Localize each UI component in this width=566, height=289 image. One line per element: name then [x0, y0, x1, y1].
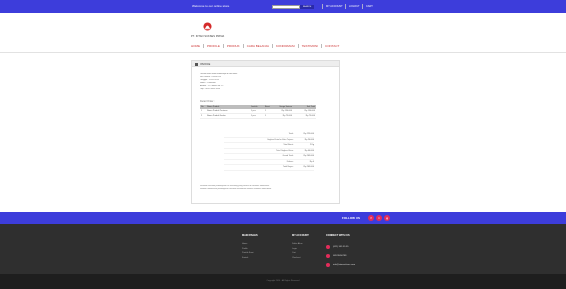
copyright-text: Copyright 2014 - All Rights Reserved — [266, 280, 300, 282]
search-button[interactable]: SEARCH — [300, 5, 314, 9]
contact-phone: (021) 555 55 55 — [326, 242, 355, 251]
cell-price: Rp 150.000 — [281, 110, 292, 112]
nav-testimoni[interactable]: TESTIMONI — [297, 44, 321, 48]
google-plus-icon[interactable]: g — [384, 215, 390, 221]
nav-produk[interactable]: PRODUK — [222, 44, 243, 48]
cell-qty: 1 pcs — [251, 115, 256, 117]
brand-name: PT. INTAN SUKSES PRIMA — [191, 35, 225, 38]
cell-name[interactable]: Nama Produk Pertama — [207, 110, 251, 112]
summary-label: Ongkos Kirim ke Kota Tujuan : — [266, 138, 294, 141]
cell-subtotal: Rp 75.000 — [305, 115, 315, 117]
follow-label: FOLLOW US — [342, 216, 360, 220]
footer-heading: MY ACCOUNT — [292, 234, 309, 237]
cell-weight: 1 — [265, 110, 267, 112]
cell-qty: 1 pcs — [251, 110, 256, 112]
summary-label: Total Bayar : — [282, 166, 294, 169]
nav-home[interactable]: HOME — [191, 44, 203, 48]
footer: MAIN PAGES Home Profile Produk Kami Kont… — [0, 224, 566, 274]
summary-label: Total Ongkos Kirim : — [276, 149, 294, 152]
summary-value: Rp 265.000 — [303, 155, 314, 158]
summary-value: Rp 40.000 — [304, 149, 314, 152]
header-divider — [0, 52, 566, 53]
phone-icon — [326, 244, 330, 249]
summary-value: Rp 0 — [309, 160, 314, 163]
invoice-icon — [195, 62, 198, 66]
twitter-icon[interactable]: t — [376, 215, 382, 221]
cell-subtotal: Rp 150.000 — [304, 110, 315, 112]
nav-konfirmasi[interactable]: KONFIRMASI — [272, 44, 298, 48]
summary-label: Diskon : — [286, 160, 294, 163]
invoice-panel: INVOICE Terima kasih telah berbelanja di… — [191, 60, 340, 204]
nav-contact[interactable]: CONTACT — [321, 44, 342, 48]
order-table: No Nama Produk Jumlah Berat Harga Satuan… — [200, 105, 316, 119]
footer-heading: MAIN PAGES — [242, 234, 258, 237]
col-header-qty: Jumlah — [251, 106, 258, 108]
info-line: Telp : 0812-3456-7890 — [200, 88, 221, 90]
contact-text: (021) 555 55 55 — [333, 245, 349, 248]
order-summary: Total : Rp 225.000 Ongkos Kirim ke Kota … — [224, 132, 314, 171]
cell-weight: 1 — [265, 115, 267, 117]
note-line: Setelah melakukan pembayaran silahkan ko… — [200, 188, 272, 190]
col-header-no: No — [201, 106, 204, 108]
col-header-price: Harga Satuan — [279, 106, 292, 108]
search-input[interactable] — [272, 5, 300, 9]
cart-link[interactable]: CART — [362, 4, 373, 9]
panel-header: INVOICE — [192, 61, 339, 67]
contact-email: info@intansukses.com — [326, 260, 355, 269]
main-nav: HOME PROFILE PRODUK CARA BELANJA KONFIRM… — [191, 44, 342, 48]
nav-profile[interactable]: PROFILE — [203, 44, 223, 48]
nav-cara-belanja[interactable]: CARA BELANJA — [242, 44, 272, 48]
panel-title: INVOICE — [200, 62, 211, 66]
follow-bar: FOLLOW US f t g — [0, 212, 566, 224]
contact-text: 08123456789 — [333, 254, 347, 257]
footer-main-pages: MAIN PAGES Home Profile Produk Kami Kont… — [242, 234, 258, 260]
summary-label: Total Berat : — [283, 144, 294, 147]
col-header-weight: Berat — [265, 106, 270, 108]
footer-link[interactable]: Kontak — [242, 256, 258, 261]
cell-no: 1 — [201, 110, 203, 112]
order-section-title: Detail Order : — [200, 100, 215, 103]
cell-price: Rp 75.000 — [282, 115, 292, 117]
top-bar: Welcome to our online store SEARCH MY AC… — [0, 0, 566, 13]
mobile-icon — [326, 253, 330, 258]
summary-label: Total : — [288, 133, 294, 136]
footer-connect: CONNECT WITH US (021) 555 55 55 08123456… — [326, 234, 355, 269]
invoice-notes: Silahkan lakukan pembayaran ke rekening … — [200, 185, 320, 191]
footer-heading: CONNECT WITH US — [326, 234, 350, 237]
footer-link[interactable]: Checkout — [292, 256, 309, 261]
summary-value: Rp 20.000 — [304, 138, 314, 141]
my-account-link[interactable]: MY ACCOUNT — [322, 4, 343, 9]
facebook-icon[interactable]: f — [368, 215, 374, 221]
brand-logo-icon[interactable] — [203, 22, 212, 31]
logout-link[interactable]: LOGOUT — [345, 4, 360, 9]
summary-value: 2 Kg — [309, 144, 314, 147]
summary-value: Rp 225.000 — [303, 133, 314, 136]
col-header-name: Nama Produk — [207, 106, 220, 108]
col-header-subtotal: Sub Total — [306, 106, 315, 108]
contact-mobile: 08123456789 — [326, 251, 355, 260]
copyright-bar: Copyright 2014 - All Rights Reserved — [0, 274, 566, 289]
summary-value: Rp 265.000 — [303, 166, 314, 169]
contact-text[interactable]: info@intansukses.com — [333, 264, 355, 266]
cell-name[interactable]: Nama Produk Kedua — [207, 115, 251, 117]
invoice-info: Terima kasih telah berbelanja di toko ka… — [200, 73, 280, 91]
email-icon — [326, 262, 330, 267]
welcome-text: Welcome to our online store — [192, 4, 230, 8]
summary-row: Total Bayar : Rp 265.000 — [224, 165, 314, 171]
cell-no: 2 — [201, 115, 203, 117]
table-row: 2 Nama Produk Kedua 1 pcs 1 Rp 75.000 Rp… — [200, 114, 316, 119]
footer-my-account: MY ACCOUNT Daftar Akun Login Cart Checko… — [292, 234, 309, 260]
summary-label: Grand Total : — [282, 155, 294, 158]
